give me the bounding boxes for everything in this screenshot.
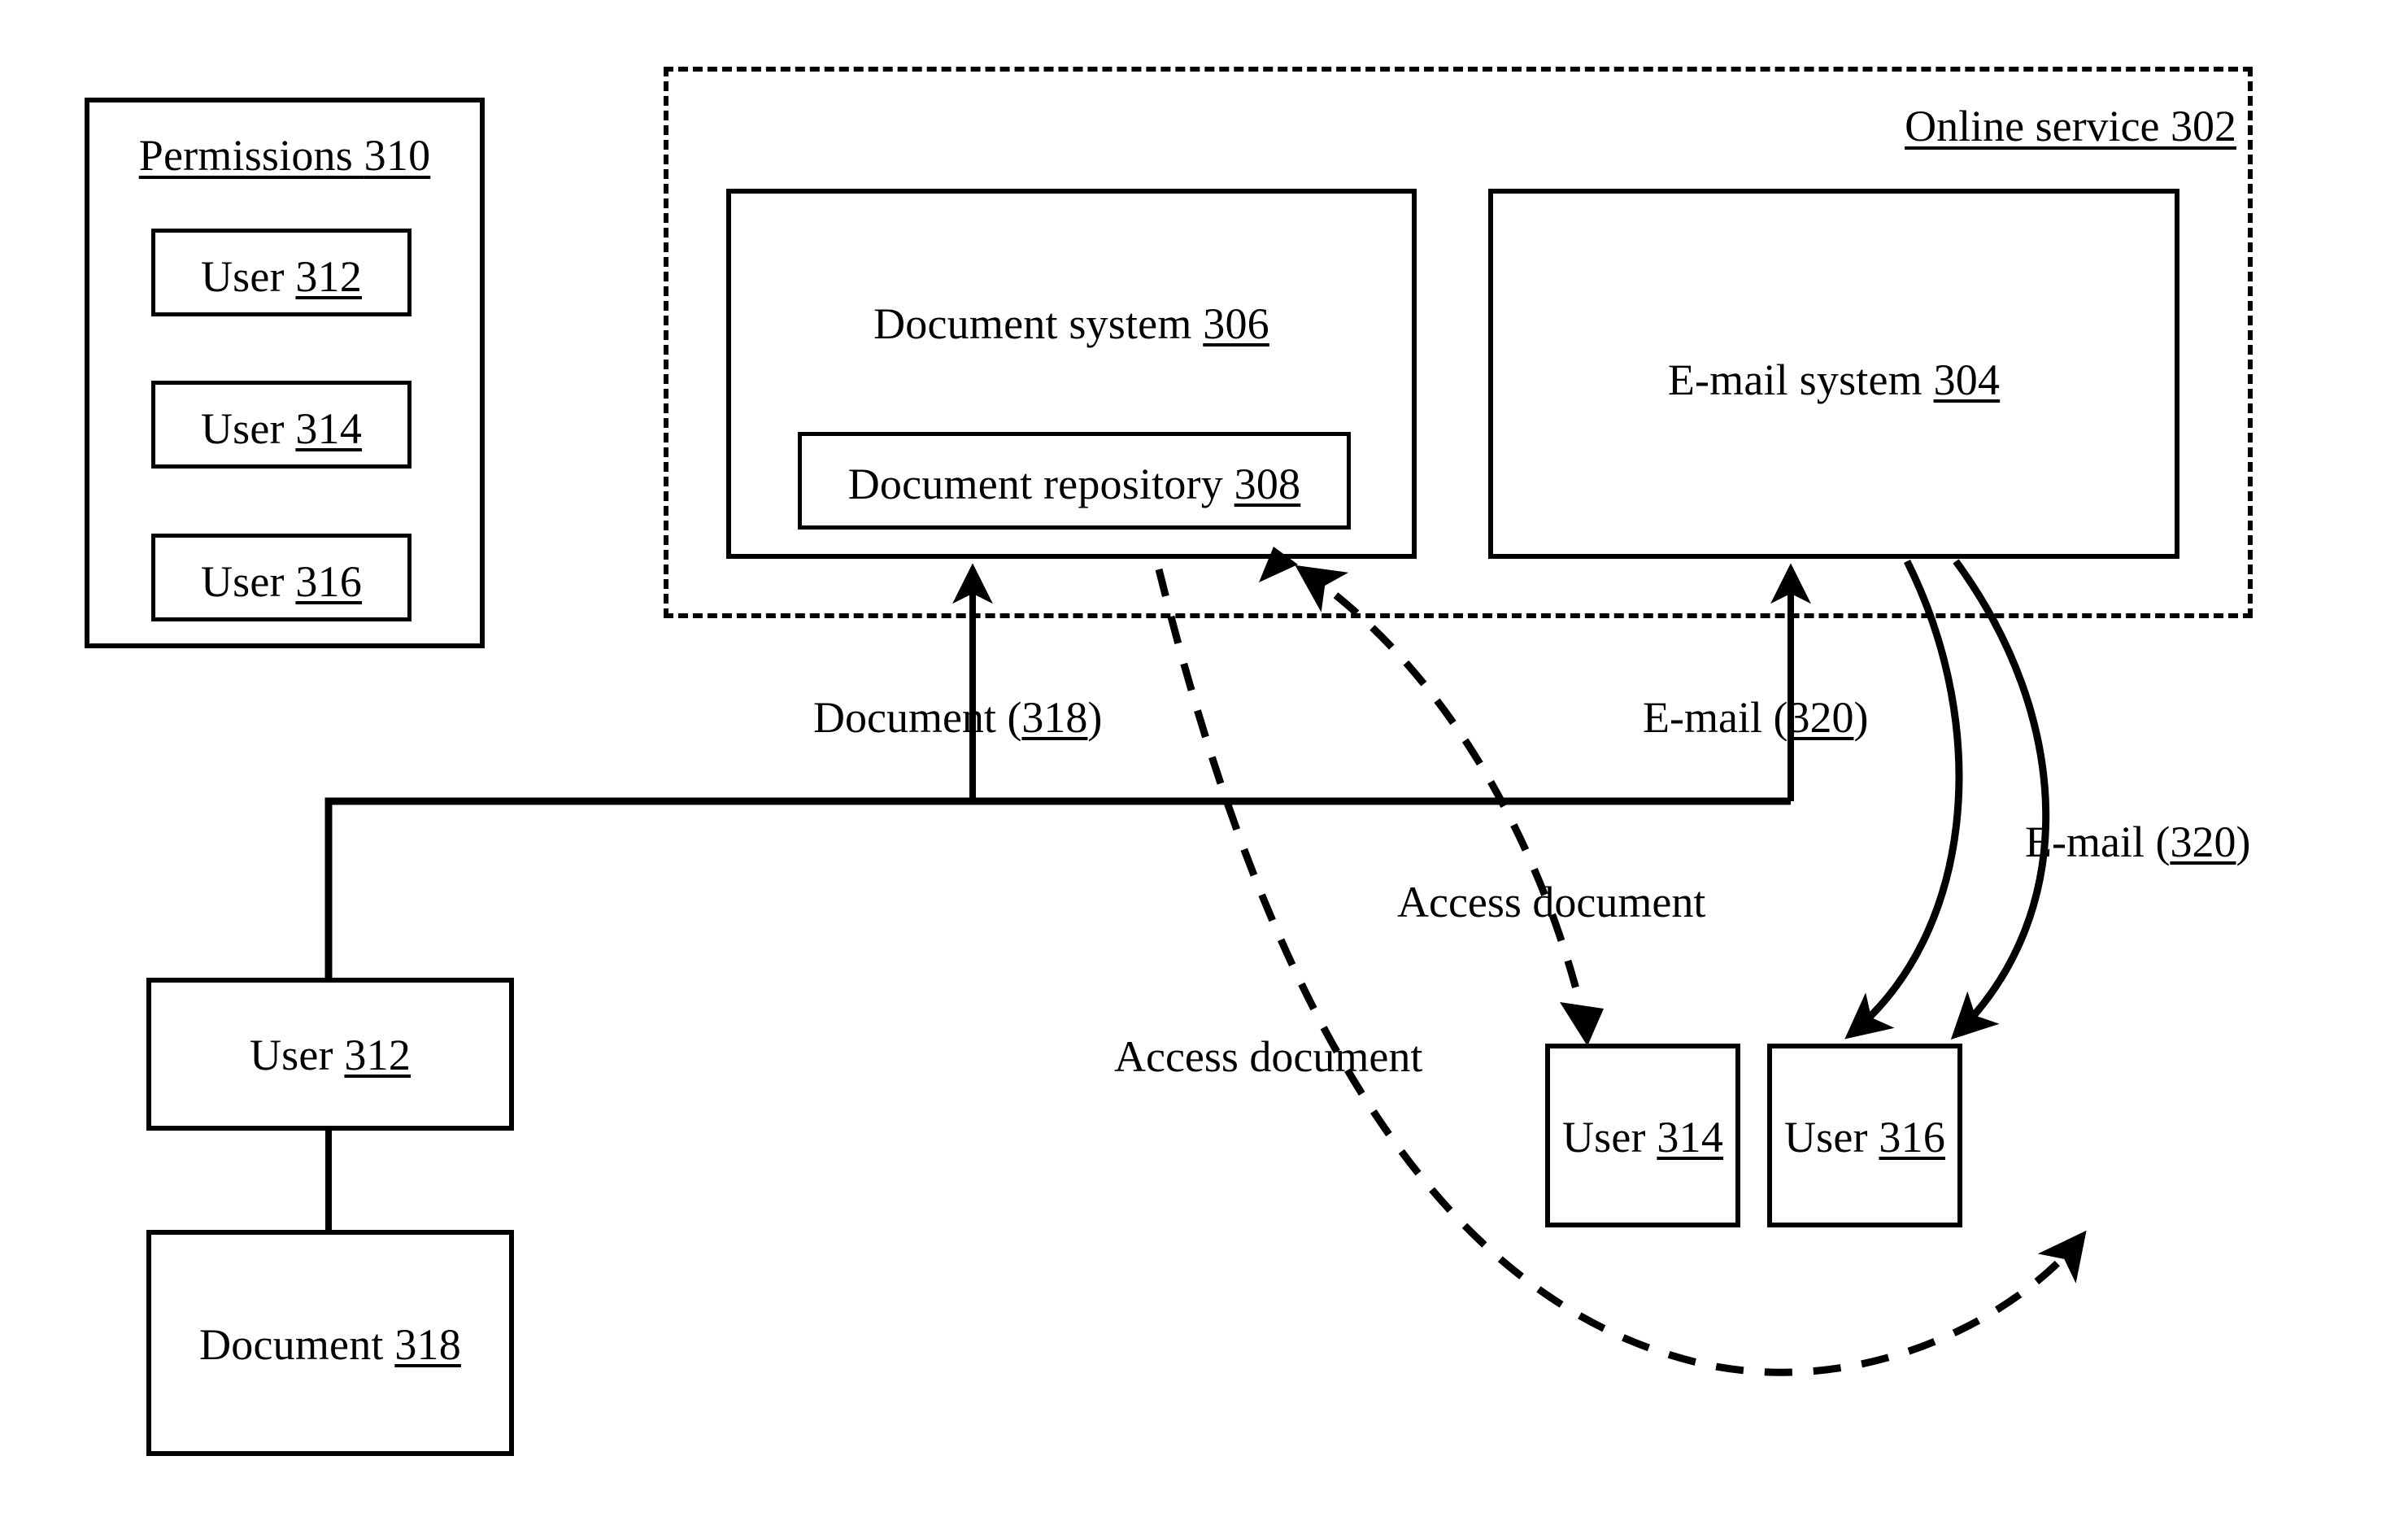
label-document-upload: Document (318) <box>813 693 1103 742</box>
actor-document-318[interactable]: Document 318 <box>146 1230 514 1456</box>
permissions-item-label: User 314 <box>200 404 363 453</box>
actor-user-316-label: User 316 <box>1783 1113 1946 1162</box>
permissions-item-user-314[interactable]: User 314 <box>151 381 411 469</box>
label-access-document-user314: Access document <box>1397 878 1706 926</box>
label-email-send: E-mail (320) <box>1643 693 1869 742</box>
online-service-label: Online service 302 <box>1905 102 2236 150</box>
document-system-box[interactable]: Document system 306 Document repository … <box>726 189 1417 559</box>
label-access-document-user316: Access document <box>1114 1032 1423 1081</box>
edge-access-document-user316 <box>1155 568 2087 1376</box>
permissions-item-label: User 312 <box>200 252 363 301</box>
actor-user-316[interactable]: User 316 <box>1767 1044 1962 1227</box>
document-system-label: Document system 306 <box>873 299 1269 348</box>
figure-canvas: Permissions 310 User 312 User 314 User 3… <box>0 0 2408 1517</box>
actor-user-312-label: User 312 <box>249 1031 411 1079</box>
document-repository-box[interactable]: Document repository 308 <box>798 432 1351 530</box>
permissions-title: Permissions 310 <box>138 131 431 180</box>
actor-user-314[interactable]: User 314 <box>1545 1044 1740 1227</box>
permissions-item-user-316[interactable]: User 316 <box>151 534 411 621</box>
permissions-panel[interactable]: Permissions 310 User 312 User 314 User 3… <box>85 98 485 648</box>
arrowhead-access-document-user314 <box>1560 1002 1604 1046</box>
actor-user-312[interactable]: User 312 <box>146 978 514 1131</box>
label-email-deliver: E-mail (320) <box>2025 817 2251 866</box>
edge-email-to-user316 <box>1950 559 2050 1040</box>
email-system-label: E-mail system 304 <box>1667 355 2001 404</box>
email-system-box[interactable]: E-mail system 304 <box>1488 189 2179 559</box>
permissions-item-user-312[interactable]: User 312 <box>151 229 411 316</box>
edge-email-to-user314 <box>1844 559 1963 1040</box>
edge-access-document-user314 <box>1295 565 1592 1035</box>
document-repository-label: Document repository 308 <box>847 460 1301 508</box>
permissions-item-label: User 316 <box>200 557 363 606</box>
actor-document-318-label: Document 318 <box>199 1320 461 1369</box>
actor-user-314-label: User 314 <box>1561 1113 1724 1162</box>
